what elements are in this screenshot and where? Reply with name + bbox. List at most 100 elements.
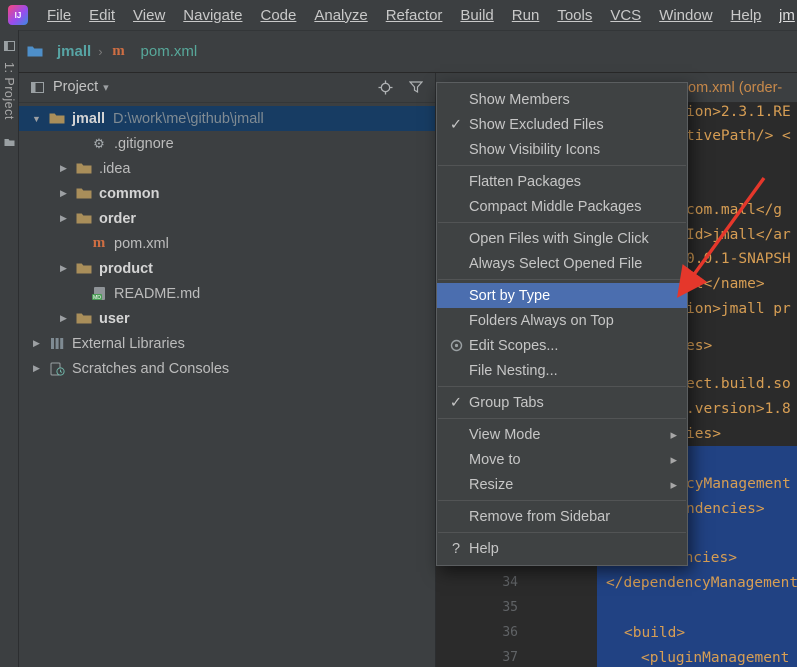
chevron-right-icon[interactable]: ▶ xyxy=(57,263,70,274)
menu-item-group-tabs[interactable]: ✓ Group Tabs xyxy=(437,390,687,415)
menu-item-label: Edit Scopes... xyxy=(469,338,558,354)
menu-item-label: Show Visibility Icons xyxy=(469,142,600,158)
folder-icon xyxy=(48,112,66,125)
menu-separator xyxy=(438,500,686,501)
menu-item-show-excluded-files[interactable]: ✓ Show Excluded Files xyxy=(437,112,687,137)
menu-item-always-select-opened-file[interactable]: Always Select Opened File xyxy=(437,251,687,276)
tree-item-user[interactable]: ▶ user xyxy=(18,306,435,331)
menu-item-resize[interactable]: Resize ▸ xyxy=(437,472,687,497)
menu-item-label: Show Excluded Files xyxy=(469,117,604,133)
menubar-item-edit[interactable]: Edit xyxy=(80,7,124,24)
folder-icon xyxy=(75,212,93,225)
chevron-right-icon[interactable]: ▶ xyxy=(57,213,70,224)
tree-item-readme[interactable]: MD README.md xyxy=(18,281,435,306)
menubar-item-window[interactable]: Window xyxy=(650,7,721,24)
code-line: <build> xyxy=(624,625,685,641)
menu-item-label: Flatten Packages xyxy=(469,174,581,190)
chevron-right-icon[interactable]: ▶ xyxy=(30,363,43,374)
menu-item-label: View Mode xyxy=(469,427,540,443)
menu-item-label: Group Tabs xyxy=(469,395,544,411)
folder-icon xyxy=(75,262,93,275)
menubar-item-refactor[interactable]: Refactor xyxy=(377,7,452,24)
chevron-right-icon[interactable]: ▶ xyxy=(57,188,70,199)
tree-item-order[interactable]: ▶ order xyxy=(18,206,435,231)
tree-item-label: order xyxy=(99,211,136,227)
menubar-overflow-text: jm xyxy=(779,7,797,24)
locate-file-icon[interactable] xyxy=(378,80,393,95)
code-fragment: ion>jmall pr xyxy=(686,301,791,317)
window-header: IJ File Edit View Navigate Code Analyze … xyxy=(0,0,797,73)
menu-item-compact-middle-packages[interactable]: Compact Middle Packages xyxy=(437,194,687,219)
menu-item-remove-from-sidebar[interactable]: Remove from Sidebar xyxy=(437,504,687,529)
menubar-item-run[interactable]: Run xyxy=(503,7,549,24)
menubar-item-navigate[interactable]: Navigate xyxy=(174,7,251,24)
svg-text:MD: MD xyxy=(93,295,101,301)
menu-item-label: File Nesting... xyxy=(469,363,558,379)
menu-item-show-visibility-icons[interactable]: Show Visibility Icons xyxy=(437,137,687,162)
maven-icon: m xyxy=(90,236,108,251)
menu-item-open-files-single-click[interactable]: Open Files with Single Click xyxy=(437,226,687,251)
tree-item-external-libraries[interactable]: ▶ External Libraries xyxy=(18,331,435,356)
menu-item-label: Open Files with Single Click xyxy=(469,231,649,247)
menu-item-label: Show Members xyxy=(469,92,570,108)
menu-item-show-members[interactable]: Show Members xyxy=(437,87,687,112)
tree-item-gitignore[interactable]: ⚙ .gitignore xyxy=(18,131,435,156)
code-fragment: .version>1.8 xyxy=(686,401,791,417)
chevron-down-icon[interactable]: ▼ xyxy=(30,114,43,124)
menubar-item-tools[interactable]: Tools xyxy=(548,7,601,24)
code-fragment: com.mall</g xyxy=(686,202,782,218)
editor-tab[interactable]: om.xml (order- xyxy=(688,80,782,96)
tree-item-label: jmall xyxy=(72,111,105,127)
tree-item-common[interactable]: ▶ common xyxy=(18,181,435,206)
breadcrumb-separator: › xyxy=(98,44,102,59)
menu-item-help[interactable]: ? Help xyxy=(437,536,687,561)
chevron-right-icon[interactable]: ▶ xyxy=(57,313,70,324)
project-stripe-button[interactable]: 1: Project xyxy=(2,62,16,120)
project-view-context-menu: Show Members ✓ Show Excluded Files Show … xyxy=(436,82,688,566)
breadcrumb-file[interactable]: pom.xml xyxy=(141,43,198,60)
tree-item-jmall-root[interactable]: ▼ jmall D:\work\me\github\jmall xyxy=(18,106,435,131)
filter-icon[interactable] xyxy=(409,80,423,94)
menu-item-file-nesting[interactable]: File Nesting... xyxy=(437,358,687,383)
menu-item-move-to[interactable]: Move to ▸ xyxy=(437,447,687,472)
tree-item-product[interactable]: ▶ product xyxy=(18,256,435,281)
menu-item-flatten-packages[interactable]: Flatten Packages xyxy=(437,169,687,194)
chevron-down-icon[interactable]: ▾ xyxy=(103,81,109,94)
favorites-stripe-icon[interactable] xyxy=(4,134,15,152)
tree-item-label: .gitignore xyxy=(114,136,174,152)
breadcrumb-project[interactable]: jmall xyxy=(57,43,91,60)
project-panel-title[interactable]: Project xyxy=(53,79,98,95)
menubar-item-analyze[interactable]: Analyze xyxy=(305,7,376,24)
menu-separator xyxy=(438,165,686,166)
submenu-arrow-icon: ▸ xyxy=(670,427,677,443)
code-line: <pluginManagement xyxy=(641,650,789,666)
chevron-right-icon[interactable]: ▶ xyxy=(30,338,43,349)
menubar-item-code[interactable]: Code xyxy=(251,7,305,24)
menubar-item-help[interactable]: Help xyxy=(722,7,771,24)
tree-item-label: README.md xyxy=(114,286,200,302)
menu-item-view-mode[interactable]: View Mode ▸ xyxy=(437,422,687,447)
maven-icon: m xyxy=(110,44,128,59)
menu-separator xyxy=(438,279,686,280)
tree-item-pom-xml[interactable]: m pom.xml xyxy=(18,231,435,256)
menubar-item-vcs[interactable]: VCS xyxy=(601,7,650,24)
line-number: 35 xyxy=(492,600,518,615)
help-icon: ? xyxy=(446,541,466,557)
tree-item-scratches[interactable]: ▶ Scratches and Consoles xyxy=(18,356,435,381)
menu-item-label: Help xyxy=(469,541,499,557)
code-fragment: ion>2.3.1.RE xyxy=(686,104,791,120)
menu-item-label: Move to xyxy=(469,452,521,468)
check-icon: ✓ xyxy=(446,395,466,411)
tree-item-idea[interactable]: ▶ .idea xyxy=(18,156,435,181)
check-icon: ✓ xyxy=(446,117,466,133)
tool-window-icon[interactable] xyxy=(4,38,15,56)
menu-item-edit-scopes[interactable]: Edit Scopes... xyxy=(437,333,687,358)
menu-item-sort-by-type[interactable]: Sort by Type xyxy=(437,283,687,308)
menubar-item-file[interactable]: File xyxy=(38,7,80,24)
menubar-item-build[interactable]: Build xyxy=(451,7,502,24)
menu-item-label: Compact Middle Packages xyxy=(469,199,641,215)
menu-item-folders-always-on-top[interactable]: Folders Always on Top xyxy=(437,308,687,333)
menubar-item-view[interactable]: View xyxy=(124,7,174,24)
chevron-right-icon[interactable]: ▶ xyxy=(57,163,70,174)
code-fragment: ndencies> xyxy=(686,501,765,517)
